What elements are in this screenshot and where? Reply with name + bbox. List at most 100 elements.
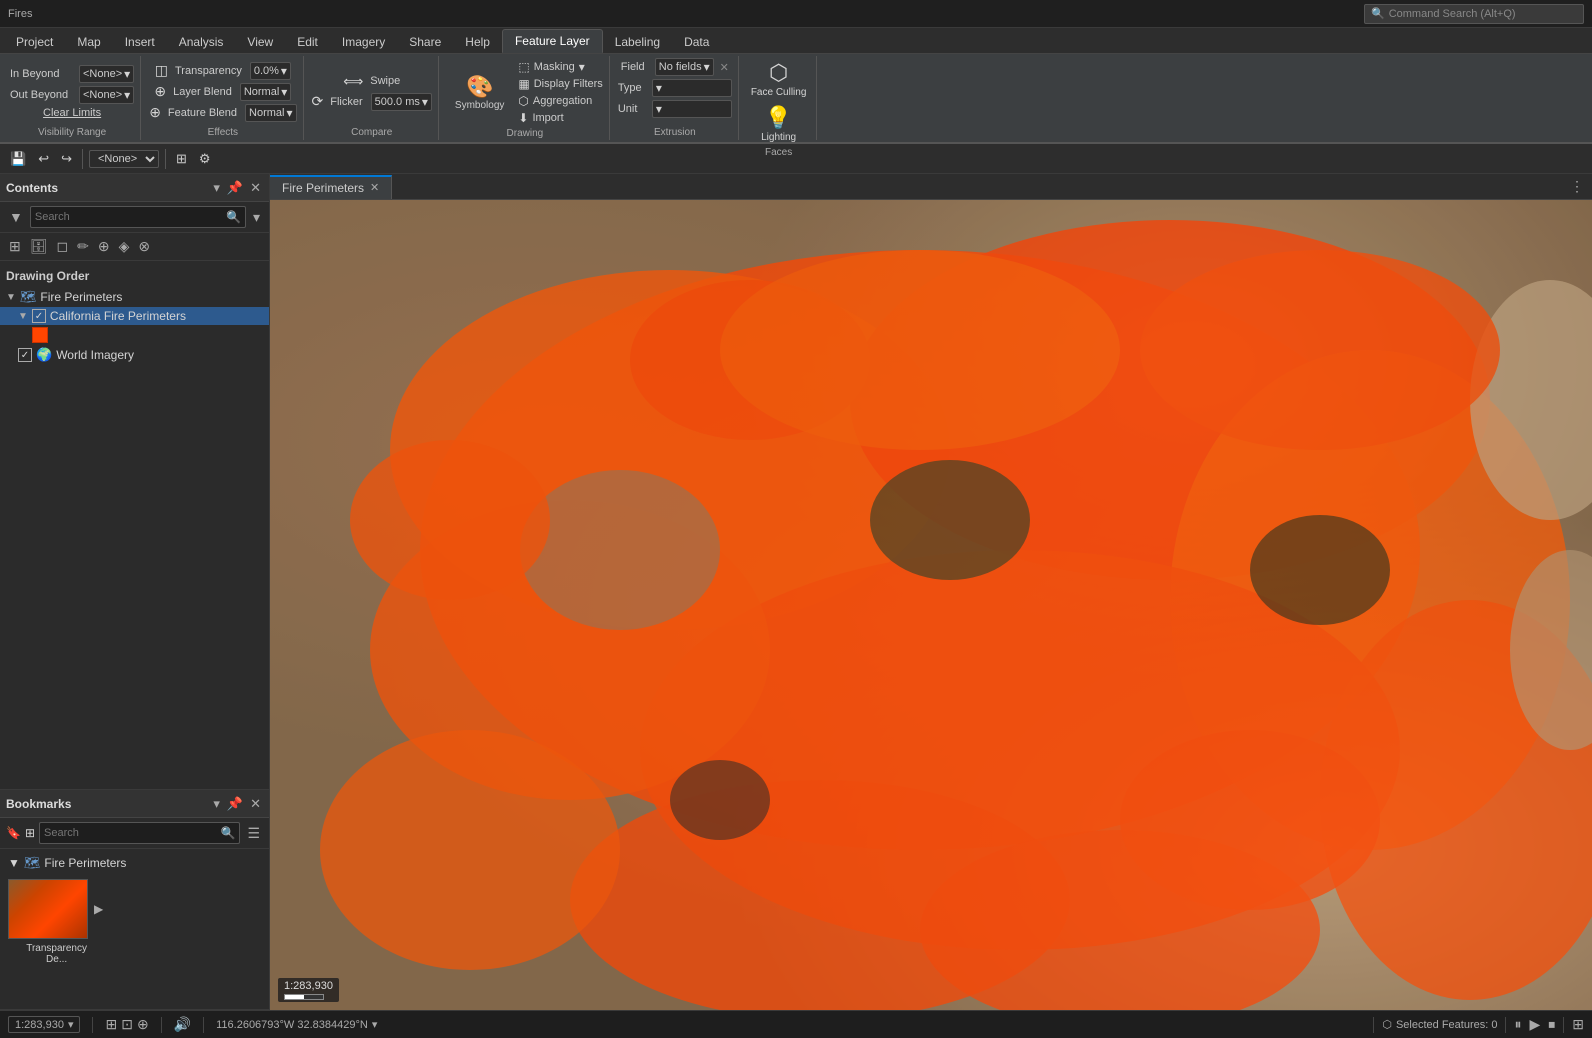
tab-project[interactable]: Project [4, 31, 65, 53]
bookmarks-close-icon[interactable]: ✕ [248, 795, 263, 813]
lighting-button[interactable]: 💡 Lighting [757, 103, 800, 145]
tree-item-california-fire-perimeters[interactable]: ▼ ✓ California Fire Perimeters [0, 307, 269, 325]
selection-icon[interactable]: ◻ [54, 236, 72, 257]
lighting-label: Lighting [761, 132, 796, 143]
flicker-dropdown[interactable]: 500.0 ms ▾ [371, 93, 432, 111]
contents-pin-icon[interactable]: 📌 [225, 179, 245, 197]
audio-btn[interactable]: 🔊 [174, 1016, 191, 1033]
bookmark-group-arrow-icon: ▼ [8, 856, 20, 870]
tab-analysis[interactable]: Analysis [167, 31, 236, 53]
tab-edit[interactable]: Edit [285, 31, 330, 53]
swipe-label[interactable]: Swipe [370, 75, 400, 87]
scale-selector[interactable]: 1:283,930 ▾ [8, 1016, 80, 1033]
database-icon[interactable]: 🗄 [27, 236, 51, 257]
tree-item-fire-perimeters-group[interactable]: ▼ 🗺 Fire Perimeters [0, 287, 269, 307]
flicker-label[interactable]: Flicker [330, 96, 362, 108]
bookmark-expand-arrow-icon[interactable]: ▶ [92, 900, 105, 918]
coords-dropdown-icon[interactable]: ▾ [372, 1018, 378, 1031]
contents-search-input[interactable] [35, 211, 223, 223]
go-to-xy-btn[interactable]: ⊕ [137, 1016, 149, 1033]
tab-insert[interactable]: Insert [113, 31, 167, 53]
aggregation-label[interactable]: Aggregation [533, 95, 592, 107]
bookmark-group-fire-perimeters[interactable]: ▼ 🗺 Fire Perimeters [6, 853, 263, 873]
top-bar: Fires 🔍 Command Search (Alt+Q) [0, 0, 1592, 28]
type-row: Type ▾ [618, 79, 732, 97]
tree-item-world-imagery[interactable]: ✓ 🌍 World Imagery [0, 345, 269, 365]
map-tab-close-icon[interactable]: ✕ [370, 181, 379, 194]
command-search-placeholder: Command Search (Alt+Q) [1389, 8, 1516, 20]
compare-label: Compare [312, 125, 432, 138]
undo-btn[interactable]: ↩ [34, 149, 53, 169]
play-btn[interactable]: ▶ [1529, 1016, 1540, 1033]
chevron-down-icon4: ▾ [281, 85, 287, 99]
layer-blend-label: Layer Blend [173, 86, 232, 98]
tab-labeling[interactable]: Labeling [603, 31, 672, 53]
layer-blend-dropdown[interactable]: Normal ▾ [240, 83, 291, 101]
bookmarks-list-icon[interactable]: ☰ [244, 823, 263, 844]
tab-imagery[interactable]: Imagery [330, 31, 397, 53]
ribbon: In Beyond <None> ▾ Out Beyond <None> ▾ C… [0, 54, 1592, 144]
map-tab-bar: Fire Perimeters ✕ ⋮ [270, 174, 1592, 200]
chevron-down-icon2: ▾ [124, 88, 130, 102]
grid-btn[interactable]: ⊞ [172, 149, 191, 169]
contents-search-box[interactable]: 🔍 [30, 206, 246, 228]
layer-check-california[interactable]: ✓ [32, 309, 46, 323]
unit-dropdown[interactable]: ▾ [652, 100, 732, 118]
left-panels: Contents ▾ 📌 ✕ ▼ 🔍 ▾ ⊞ 🗄 ◻ ✏ [0, 174, 270, 1010]
contents-minimize-icon[interactable]: ▾ [211, 179, 222, 197]
snapping-icon[interactable]: ✏ [74, 236, 92, 257]
stop-btn[interactable]: ⏹ [1548, 1016, 1555, 1033]
label-icon[interactable]: ⊗ [135, 236, 153, 257]
bookmarks-search-row: 🔖 ⊞ 🔍 ☰ [0, 818, 269, 849]
map-tab-fire-perimeters[interactable]: Fire Perimeters ✕ [270, 175, 392, 199]
full-extent-btn[interactable]: ⊞ [105, 1016, 117, 1033]
tab-feature-layer[interactable]: Feature Layer [502, 29, 603, 53]
masking-label[interactable]: Masking [534, 61, 575, 73]
field-clear-icon[interactable]: ✕ [720, 61, 729, 74]
layer-group-icon[interactable]: ⊞ [6, 236, 24, 257]
unit-label: Unit [618, 103, 648, 115]
tools-btn[interactable]: ⚙ [195, 149, 215, 169]
command-search[interactable]: 🔍 Command Search (Alt+Q) [1364, 4, 1584, 24]
bookmarks-search-box[interactable]: 🔍 [39, 822, 240, 844]
masking-row: ⬚ Masking ▾ [518, 60, 602, 74]
type-dropdown[interactable]: ▾ [652, 79, 732, 97]
bookmarks-minimize-icon[interactable]: ▾ [211, 795, 222, 813]
display-filters-row: ▦ Display Filters [518, 77, 602, 91]
clear-limits-link[interactable]: Clear Limits [43, 107, 101, 119]
zoom-to-selection-btn[interactable]: ⊡ [121, 1016, 133, 1033]
filter-icon[interactable]: ▼ [6, 207, 26, 227]
field-dropdown[interactable]: No fields ▾ [655, 58, 714, 76]
in-beyond-dropdown[interactable]: <None> ▾ [79, 65, 134, 83]
feature-blend-dropdown[interactable]: Normal ▾ [245, 104, 296, 122]
display-filters-label[interactable]: Display Filters [534, 78, 603, 90]
import-label[interactable]: Import [532, 112, 563, 124]
bookmarks-pin-icon[interactable]: 📌 [225, 795, 245, 813]
none-select[interactable]: <None> [89, 150, 159, 168]
layout-btn[interactable]: ⊞ [1572, 1016, 1584, 1033]
tab-help[interactable]: Help [453, 31, 502, 53]
symbology-button[interactable]: 🎨 Symbology [447, 58, 512, 126]
redo-btn[interactable]: ↪ [57, 149, 76, 169]
more-icon[interactable]: ▾ [250, 207, 263, 228]
tab-view[interactable]: View [235, 31, 285, 53]
bookmarks-search-input[interactable] [44, 827, 217, 839]
pause-btn[interactable]: ⏸ [1514, 1016, 1521, 1033]
effects-icon[interactable]: ◈ [116, 236, 133, 257]
layer-check-world-imagery[interactable]: ✓ [18, 348, 32, 362]
map-options-icon[interactable]: ⋮ [1570, 178, 1592, 195]
transparency-dropdown[interactable]: 0.0% ▾ [250, 62, 291, 80]
visibility-icon[interactable]: ⊕ [95, 236, 113, 257]
in-beyond-value: <None> [83, 68, 122, 80]
save-btn[interactable]: 💾 [6, 149, 30, 169]
contents-close-icon[interactable]: ✕ [248, 179, 263, 197]
tab-map[interactable]: Map [65, 31, 112, 53]
status-sep3 [203, 1017, 204, 1033]
tab-share[interactable]: Share [397, 31, 453, 53]
out-beyond-dropdown[interactable]: <None> ▾ [79, 86, 134, 104]
face-culling-button[interactable]: ⬡ Face Culling [747, 58, 811, 100]
transparency-icon: ◫ [155, 62, 168, 79]
map-canvas[interactable]: 1:283,930 [270, 200, 1592, 1010]
tab-data[interactable]: Data [672, 31, 721, 53]
bookmark-item-transparency[interactable]: ▶ Transparency De... [8, 879, 105, 965]
